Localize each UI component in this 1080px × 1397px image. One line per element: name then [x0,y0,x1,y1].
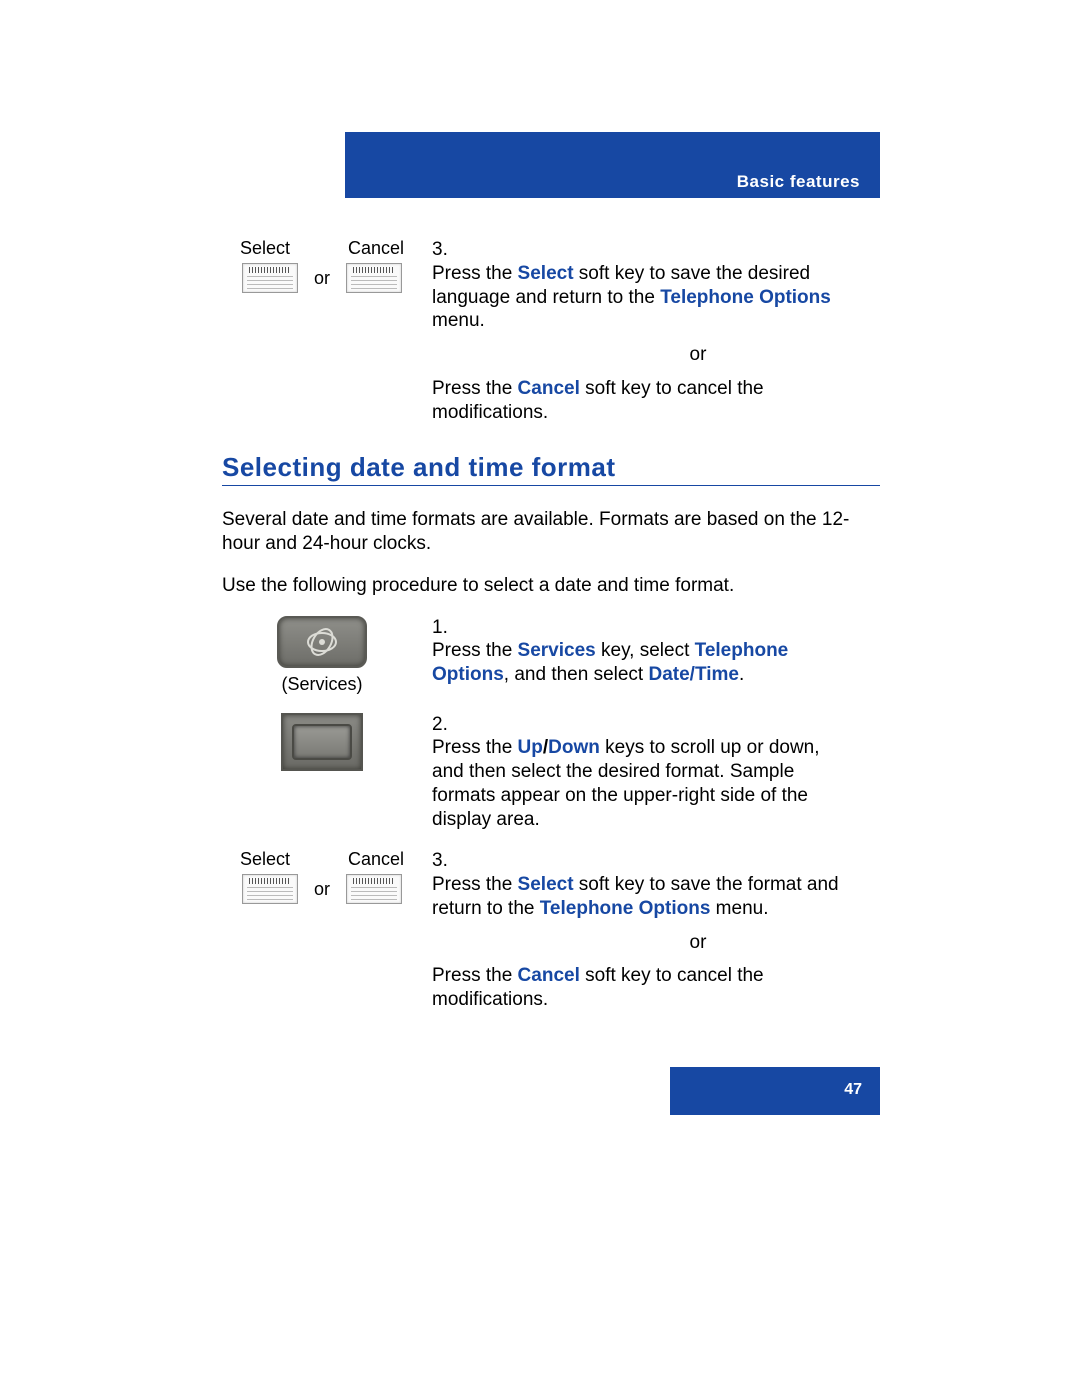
up-keyword: Up [518,737,543,758]
step-text: 2. Press the Up/Down keys to scroll up o… [422,713,880,832]
softkey-label-select: Select [240,238,290,259]
step-body: Press the Up/Down keys to scroll up or d… [432,736,854,831]
softkey-icon [346,263,402,293]
date-time-keyword: Date/Time [649,664,739,685]
softkey-icon [242,263,298,293]
services-key-illustration: (Services) [222,616,422,695]
or-separator: or [542,931,854,955]
softkey-label-select: Select [240,849,290,870]
softkey-icon [346,874,402,904]
procedure-step-1: (Services) 1. Press the Services key, se… [222,616,880,695]
softkey-illustration: Select Cancel or [222,238,422,293]
up-down-key-icon [281,713,363,771]
step-body: Press the Services key, select Telephone… [432,639,854,687]
select-keyword: Select [518,263,574,284]
cancel-keyword: Cancel [518,378,580,399]
step-number: 3. [432,238,454,262]
select-keyword: Select [518,874,574,895]
services-key-caption: (Services) [281,674,362,695]
step-body: Press the Select soft key to save the de… [432,262,854,425]
services-key-icon [277,616,367,668]
procedure-step-3: Select Cancel or 3. Press the Select sof… [222,849,880,1012]
down-keyword: Down [548,737,600,758]
step-number: 1. [432,616,454,640]
step-number: 2. [432,713,454,737]
or-label: or [314,268,330,289]
services-keyword: Services [518,640,596,661]
or-separator: or [542,343,854,367]
page-content: Select Cancel or 3. Press the Select sof… [222,238,880,1197]
continuation-step-3: Select Cancel or 3. Press the Select sof… [222,238,880,424]
step-text: 3. Press the Select soft key to save the… [422,238,880,424]
step-text: 1. Press the Services key, select Teleph… [422,616,880,687]
telephone-options-keyword: Telephone Options [660,287,831,308]
step-body: Press the Select soft key to save the fo… [432,873,854,1012]
document-page: Basic features 47 Select Cancel or 3. [0,0,1080,1397]
section-heading: Selecting date and time format [222,452,880,486]
or-label: or [314,879,330,900]
softkey-label-cancel: Cancel [348,238,404,259]
procedure-step-2: 2. Press the Up/Down keys to scroll up o… [222,713,880,832]
step-number: 3. [432,849,454,873]
cancel-keyword: Cancel [518,965,580,986]
page-header-bar: Basic features [345,132,880,198]
header-section-name: Basic features [737,172,860,192]
softkey-icon [242,874,298,904]
softkey-illustration: Select Cancel or [222,849,422,904]
intro-paragraph-1: Several date and time formats are availa… [222,508,880,556]
intro-paragraph-2: Use the following procedure to select a … [222,574,880,598]
updown-key-illustration [222,713,422,771]
telephone-options-keyword: Telephone Options [540,898,711,919]
step-text: 3. Press the Select soft key to save the… [422,849,880,1012]
softkey-label-cancel: Cancel [348,849,404,870]
